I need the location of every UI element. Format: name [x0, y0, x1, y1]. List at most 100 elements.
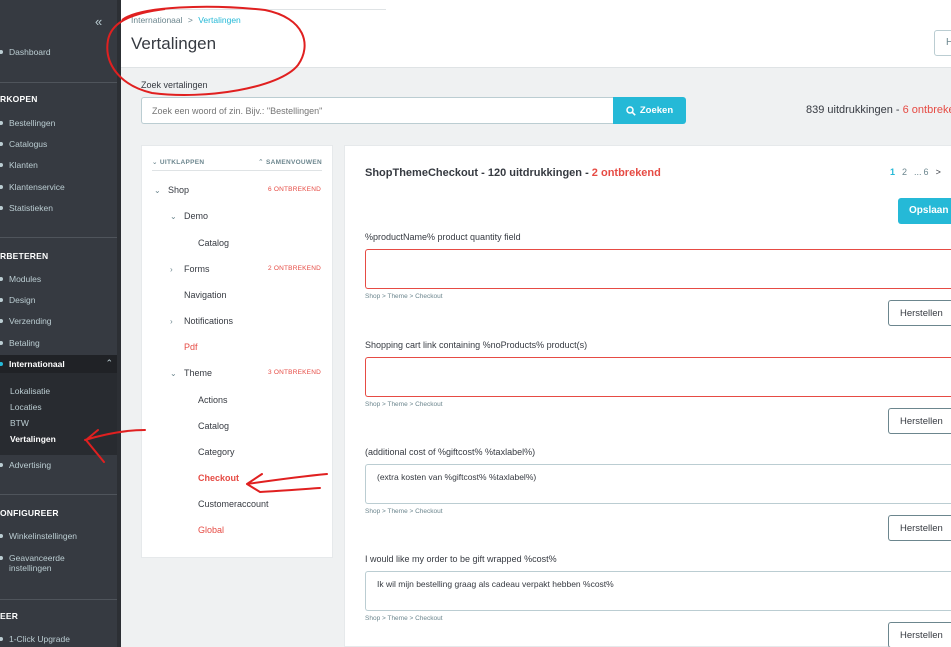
- help-button[interactable]: H: [934, 30, 951, 56]
- collapse-all-button[interactable]: ⌃ SAMENVOUWEN: [258, 158, 322, 166]
- tree-node-checkout[interactable]: Checkout: [198, 473, 239, 483]
- tree-node-demo[interactable]: ⌄ Demo: [170, 211, 208, 221]
- sidebar-subitem-localization[interactable]: Lokalisatie: [10, 386, 50, 396]
- chevron-down-icon[interactable]: ⌄: [154, 186, 168, 195]
- sidebar-subitem-taxes[interactable]: BTW: [10, 418, 29, 428]
- sidebar-item-dashboard[interactable]: Dashboard: [0, 43, 117, 61]
- domain-missing: 2 ontbrekend: [591, 167, 661, 179]
- page-2[interactable]: 2: [902, 167, 907, 177]
- tree-node-catalog[interactable]: Catalog: [198, 421, 229, 431]
- sidebar-divider: [0, 237, 117, 238]
- tree-node-forms[interactable]: › Forms: [170, 264, 210, 274]
- sidebar-item-orders[interactable]: Bestellingen: [0, 114, 117, 132]
- reset-button[interactable]: Herstellen: [888, 622, 951, 647]
- sidebar-item-statistics[interactable]: Statistieken: [0, 199, 117, 217]
- tree-node-demo-catalog[interactable]: Catalog: [198, 238, 229, 248]
- breadcrumb-parent[interactable]: Internationaal: [131, 15, 183, 25]
- sidebar-section-configure: ONFIGUREER: [0, 508, 59, 518]
- tree-node-theme-missing: 3 ONTBREKEND: [268, 369, 321, 376]
- sidebar-item-modules[interactable]: Modules: [0, 270, 117, 288]
- translation-label: %productName% product quantity field: [365, 232, 521, 242]
- translation-label: Shopping cart link containing %noProduct…: [365, 340, 588, 350]
- page-title: Vertalingen: [131, 34, 217, 53]
- chevron-down-icon[interactable]: ⌄: [170, 212, 184, 221]
- sidebar-item-advertising[interactable]: Advertising: [0, 456, 117, 474]
- page-ellipsis: ...: [914, 167, 922, 177]
- total-separator: -: [892, 104, 903, 116]
- chevron-up-icon: ⌃: [258, 159, 266, 166]
- next-page-icon[interactable]: >: [936, 167, 941, 177]
- sidebar-item-international[interactable]: Internationaal: [0, 355, 117, 373]
- breadcrumb-separator: >: [187, 15, 193, 25]
- customer-service-icon: [0, 185, 3, 189]
- sidebar-item-customer-service[interactable]: Klantenservice: [0, 178, 117, 196]
- reset-button[interactable]: Herstellen: [888, 408, 951, 434]
- collapse-sidebar-icon[interactable]: «: [95, 14, 102, 29]
- search-button-label: Zoeken: [639, 105, 674, 116]
- translation-path: Shop > Theme > Checkout: [365, 401, 443, 408]
- sidebar-section-more: EER: [0, 611, 19, 621]
- sidebar-subitem-translations[interactable]: Vertalingen: [10, 434, 56, 444]
- page-1[interactable]: 1: [890, 167, 895, 177]
- statistics-icon: [0, 206, 3, 210]
- tree-node-theme[interactable]: ⌄ Theme: [170, 368, 212, 378]
- translations-panel: ShopThemeCheckout - 120 uitdrukkingen - …: [344, 145, 951, 647]
- tree-node-category[interactable]: Category: [198, 447, 235, 457]
- translation-path: Shop > Theme > Checkout: [365, 293, 443, 300]
- translation-tree-panel: ⌄ UITKLAPPEN ⌃ SAMENVOUWEN ⌄ Shop 6 ONTBR…: [141, 145, 333, 558]
- translation-textarea[interactable]: [365, 249, 951, 289]
- sidebar-item-catalog[interactable]: Catalogus: [0, 135, 117, 153]
- header-top-divider: [152, 9, 386, 10]
- tree-node-shop-missing: 6 ONTBREKEND: [268, 186, 321, 193]
- shipping-icon: [0, 319, 3, 323]
- tree-toolbar-divider: [152, 170, 322, 171]
- sidebar-subitem-locations[interactable]: Locaties: [10, 402, 42, 412]
- translation-textarea[interactable]: [365, 357, 951, 397]
- translation-path: Shop > Theme > Checkout: [365, 615, 443, 622]
- chevron-right-icon[interactable]: ›: [170, 265, 184, 274]
- sidebar-item-design[interactable]: Design: [0, 291, 117, 309]
- tree-node-actions[interactable]: Actions: [198, 395, 228, 405]
- chevron-right-icon[interactable]: ›: [170, 317, 184, 326]
- domain-name: ShopThemeCheckout: [365, 167, 479, 179]
- chevron-up-icon[interactable]: ⌃: [105, 358, 113, 369]
- tree-node-notifications[interactable]: › Notifications: [170, 316, 233, 326]
- tree-node-forms-missing: 2 ONTBREKEND: [268, 265, 321, 272]
- page-6[interactable]: 6: [924, 167, 929, 177]
- tree-node-pdf[interactable]: Pdf: [184, 342, 198, 352]
- tree-node-shop[interactable]: ⌄ Shop: [154, 185, 189, 195]
- translation-textarea[interactable]: (extra kosten van %giftcost% %taxlabel%): [365, 464, 951, 504]
- sidebar-item-advanced-parameters-line2[interactable]: instellingen: [0, 559, 117, 577]
- payment-icon: [0, 341, 3, 345]
- shop-parameters-icon: [0, 534, 3, 538]
- total-missing: 6 ontbrekend: [902, 104, 951, 116]
- domain-count: 120 uitdrukkingen: [487, 167, 583, 179]
- save-button[interactable]: Opslaan: [898, 198, 951, 224]
- tree-node-navigation[interactable]: Navigation: [184, 290, 227, 300]
- reset-button[interactable]: Herstellen: [888, 300, 951, 326]
- upgrade-icon: [0, 637, 3, 641]
- search-label: Zoek vertalingen: [141, 80, 208, 90]
- tree-node-customeraccount[interactable]: Customeraccount: [198, 499, 269, 509]
- sidebar-item-one-click-upgrade[interactable]: 1-Click Upgrade: [0, 630, 117, 647]
- tree-node-global[interactable]: Global: [198, 525, 224, 535]
- sidebar-item-shop-parameters[interactable]: Winkelinstellingen: [0, 527, 117, 545]
- search-input[interactable]: [141, 97, 613, 124]
- sidebar-section-sell: RKOPEN: [0, 94, 38, 104]
- search-icon: [626, 105, 636, 116]
- sidebar-scrollbar[interactable]: [117, 0, 121, 647]
- sidebar-item-payment[interactable]: Betaling: [0, 334, 117, 352]
- customers-icon: [0, 163, 3, 167]
- sidebar-item-customers[interactable]: Klanten: [0, 156, 117, 174]
- translation-textarea[interactable]: Ik wil mijn bestelling graag als cadeau …: [365, 571, 951, 611]
- expand-all-button[interactable]: ⌄ UITKLAPPEN: [152, 158, 204, 166]
- translation-label: (additional cost of %giftcost% %taxlabel…: [365, 447, 536, 457]
- chevron-down-icon[interactable]: ⌄: [170, 369, 184, 378]
- catalog-icon: [0, 142, 3, 146]
- advertising-icon: [0, 463, 3, 467]
- breadcrumb-current: Vertalingen: [198, 15, 241, 25]
- search-button[interactable]: Zoeken: [613, 97, 686, 124]
- sidebar-divider: [0, 82, 117, 83]
- sidebar-item-shipping[interactable]: Verzending: [0, 312, 117, 330]
- reset-button[interactable]: Herstellen: [888, 515, 951, 541]
